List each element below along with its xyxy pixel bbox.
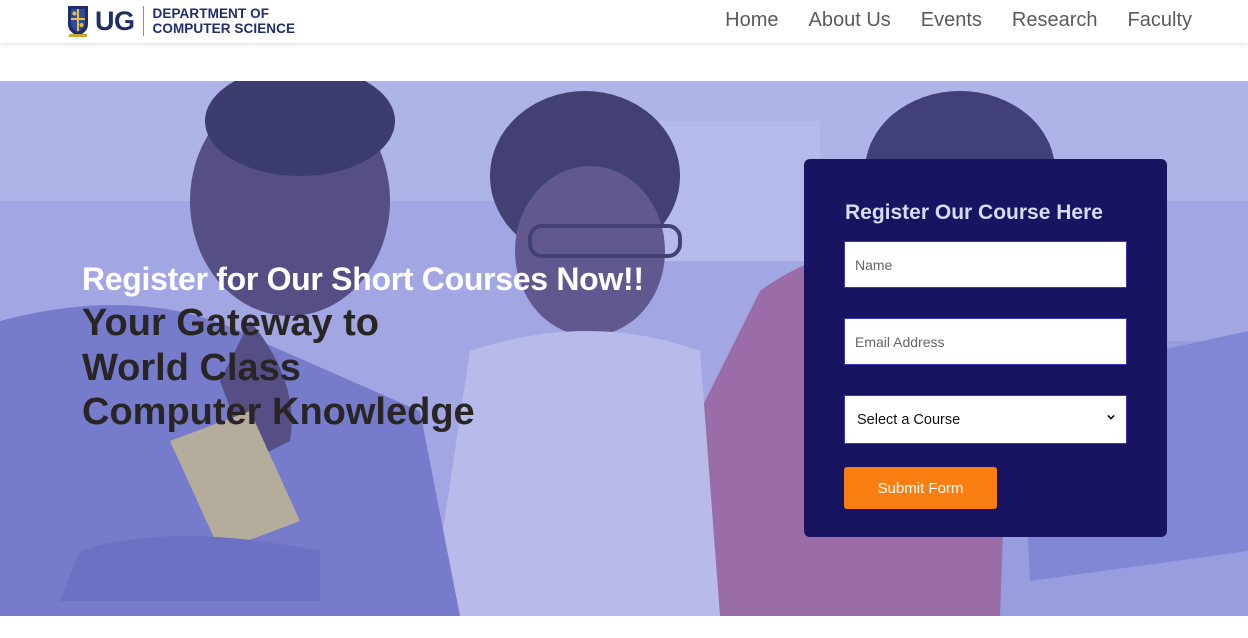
logo-abbreviation: UG	[95, 5, 135, 36]
nav-faculty[interactable]: Faculty	[1128, 8, 1192, 32]
hero-title: Your Gateway to World Class Computer Kno…	[82, 301, 644, 435]
form-title: Register Our Course Here	[845, 201, 1103, 224]
nav-research[interactable]: Research	[1012, 8, 1098, 32]
registration-form: Register Our Course Here Select a Course…	[804, 159, 1167, 537]
site-header: UG DEPARTMENT OF COMPUTER SCIENCE Home A…	[0, 0, 1248, 43]
logo-department-name: DEPARTMENT OF COMPUTER SCIENCE	[153, 6, 296, 36]
university-crest-icon	[68, 6, 88, 37]
course-select[interactable]: Select a Course	[844, 395, 1127, 444]
logo-divider	[142, 6, 144, 36]
page-bottom-strip	[0, 616, 1248, 638]
nav-home[interactable]: Home	[725, 8, 778, 32]
site-logo[interactable]: UG DEPARTMENT OF COMPUTER SCIENCE	[66, 3, 295, 39]
logo-line-2: COMPUTER SCIENCE	[152, 21, 296, 36]
main-nav: Home About Us Events Research Faculty	[695, 8, 1192, 32]
hero-title-line-3: Computer Knowledge	[82, 391, 475, 433]
nav-about-us[interactable]: About Us	[809, 8, 891, 32]
nav-events[interactable]: Events	[921, 8, 982, 32]
name-input[interactable]	[844, 241, 1127, 288]
hero-text-block: Register for Our Short Courses Now!! You…	[82, 261, 644, 435]
hero-kicker: Register for Our Short Courses Now!!	[82, 261, 644, 297]
hero-section: Register for Our Short Courses Now!! You…	[0, 81, 1248, 616]
chevron-down-icon	[1107, 414, 1115, 420]
email-input[interactable]	[844, 318, 1127, 365]
submit-form-button[interactable]: Submit Form	[844, 467, 997, 509]
logo-line-1: DEPARTMENT OF	[152, 6, 270, 21]
hero-title-line-2: World Class	[82, 346, 301, 389]
course-select-value: Select a Course	[857, 411, 961, 428]
hero-title-line-1: Your Gateway to	[82, 302, 380, 344]
